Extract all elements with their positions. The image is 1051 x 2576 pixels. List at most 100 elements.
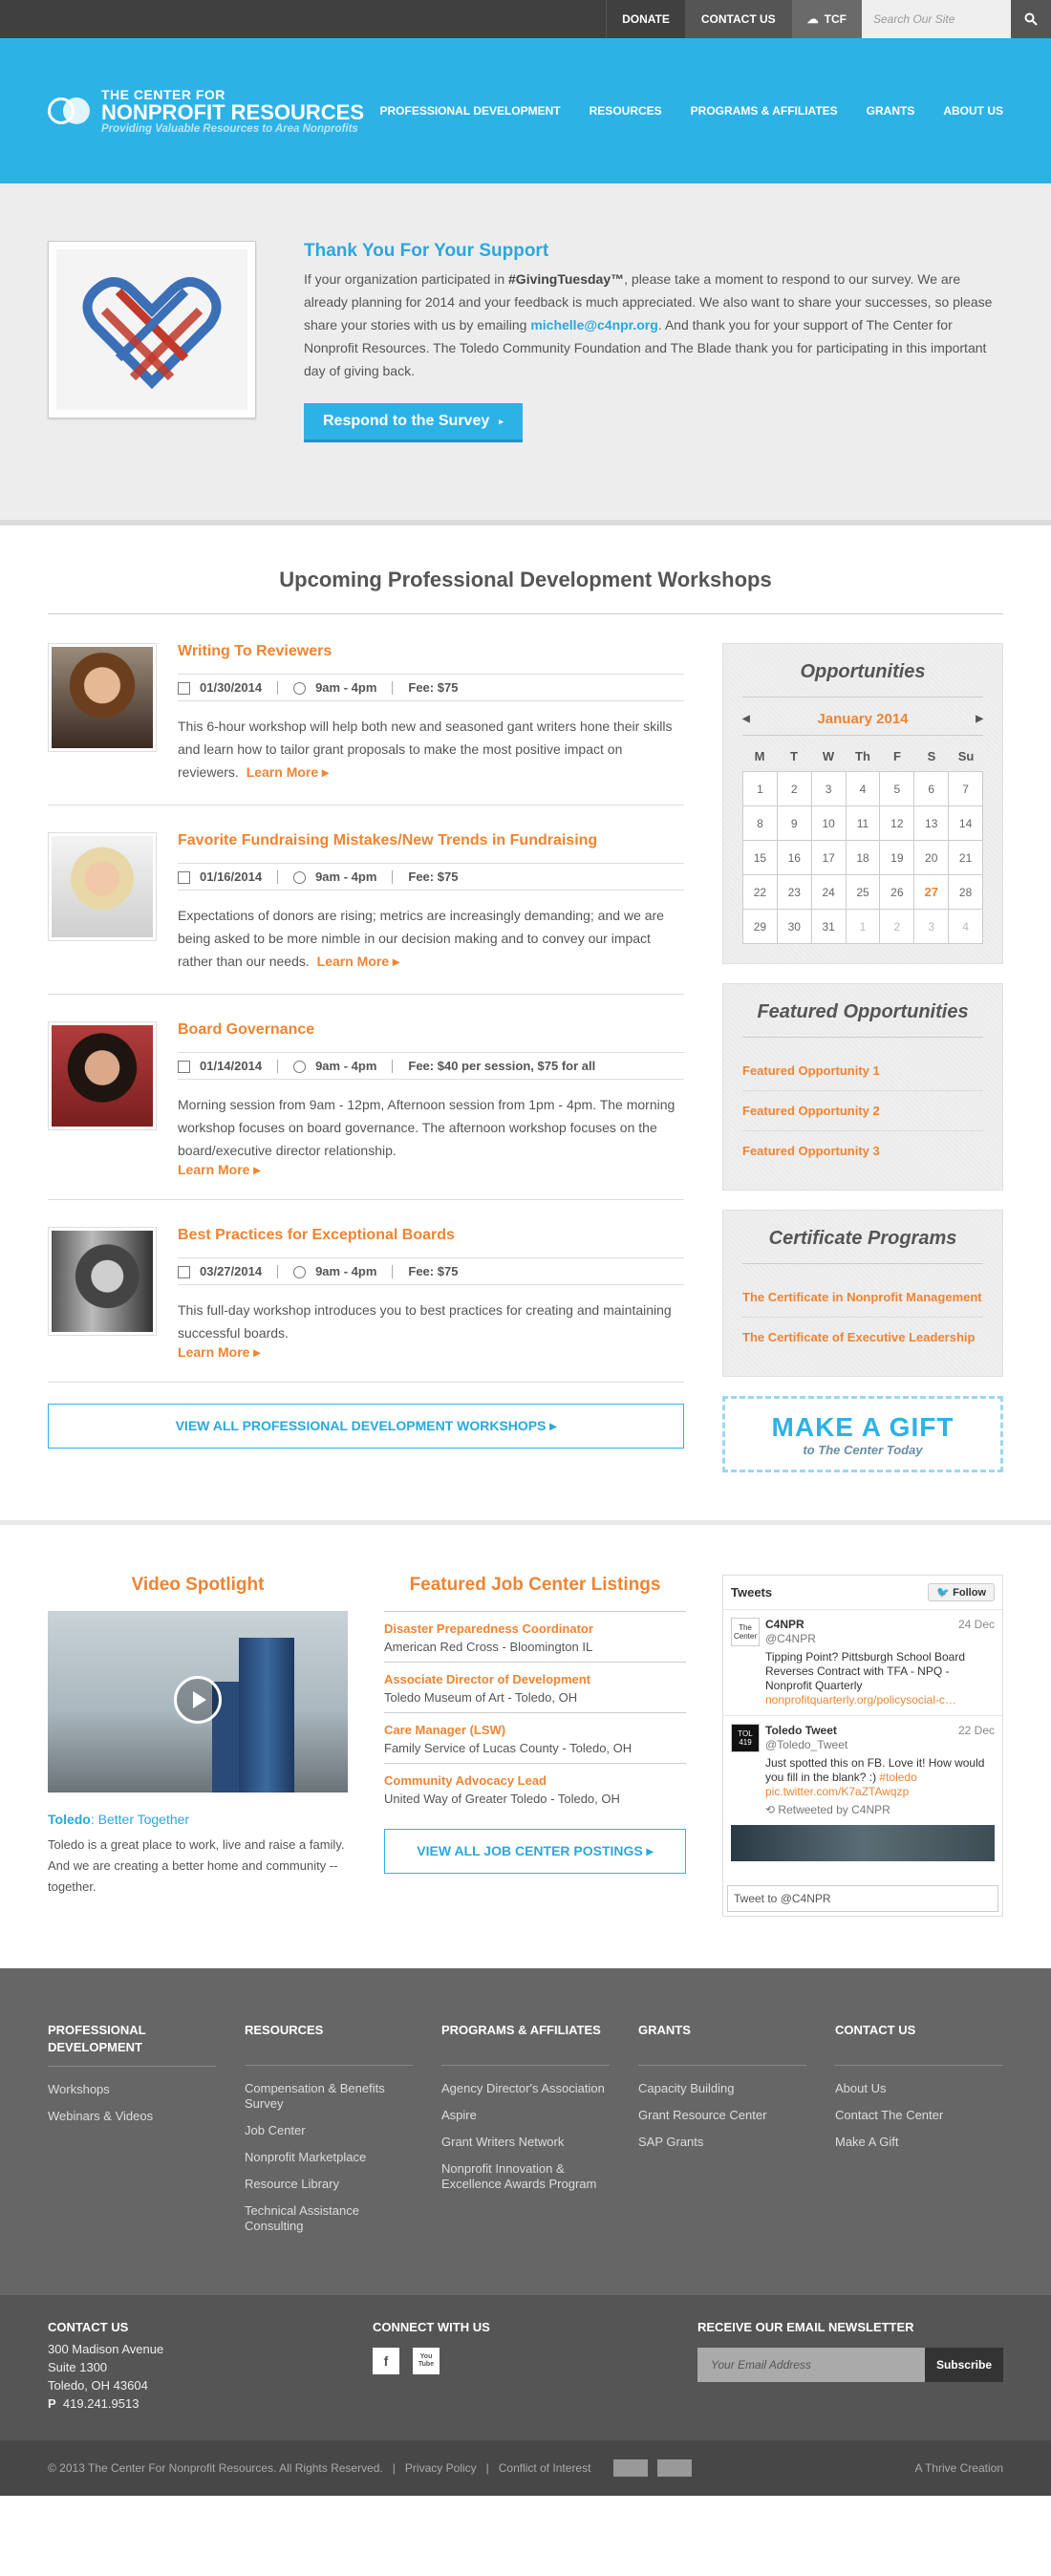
- featured-opportunity-link[interactable]: Featured Opportunity 1: [742, 1051, 983, 1091]
- footer-link[interactable]: Compensation & Benefits Survey: [245, 2081, 413, 2112]
- calendar-day[interactable]: 3: [914, 910, 950, 944]
- calendar-day[interactable]: 1: [846, 910, 881, 944]
- learn-more-link[interactable]: Learn More ▸: [178, 1344, 684, 1361]
- footer-link[interactable]: Resource Library: [245, 2177, 413, 2192]
- footer-link[interactable]: Nonprofit Innovation & Excellence Awards…: [441, 2161, 610, 2192]
- footer-link[interactable]: SAP Grants: [638, 2135, 806, 2150]
- calendar-day[interactable]: 5: [880, 772, 915, 806]
- certificate-link[interactable]: The Certificate in Nonprofit Management: [742, 1277, 983, 1318]
- footer-link[interactable]: Grant Writers Network: [441, 2135, 610, 2150]
- workshop-title[interactable]: Best Practices for Exceptional Boards: [178, 1227, 684, 1244]
- calendar-day[interactable]: 13: [914, 806, 950, 841]
- tweet-input[interactable]: Tweet to @C4NPR: [727, 1885, 998, 1912]
- email-link[interactable]: michelle@c4npr.org: [530, 317, 657, 333]
- search-input[interactable]: Search Our Site: [862, 0, 1011, 38]
- tweet-hashtag[interactable]: #toledo: [879, 1771, 916, 1784]
- view-all-workshops-button[interactable]: VIEW ALL PROFESSIONAL DEVELOPMENT WORKSH…: [48, 1404, 684, 1449]
- nav-professional-development[interactable]: PROFESSIONAL DEVELOPMENT: [380, 104, 561, 118]
- footer-link[interactable]: Nonprofit Marketplace: [245, 2150, 413, 2165]
- calendar-day[interactable]: 4: [949, 910, 983, 944]
- contact-us-link[interactable]: CONTACT US: [684, 0, 791, 38]
- partner-logo[interactable]: [613, 2459, 649, 2477]
- calendar-day[interactable]: 28: [949, 875, 983, 910]
- calendar-day[interactable]: 29: [743, 910, 778, 944]
- calendar-day[interactable]: 2: [777, 772, 812, 806]
- calendar-day[interactable]: 16: [777, 841, 812, 875]
- youtube-icon[interactable]: You Tube: [413, 2348, 440, 2374]
- calendar-day[interactable]: 23: [777, 875, 812, 910]
- tweet-author[interactable]: Toledo Tweet: [765, 1724, 837, 1738]
- calendar-day[interactable]: 27: [914, 875, 950, 910]
- calendar-day[interactable]: 7: [949, 772, 983, 806]
- footer-link[interactable]: Make A Gift: [835, 2135, 1003, 2150]
- conflict-of-interest-link[interactable]: Conflict of Interest: [499, 2461, 591, 2475]
- calendar-day[interactable]: 8: [743, 806, 778, 841]
- footer-link[interactable]: About Us: [835, 2081, 1003, 2096]
- facebook-icon[interactable]: f: [373, 2348, 399, 2374]
- donate-link[interactable]: DONATE: [606, 0, 685, 38]
- calendar-day[interactable]: 2: [880, 910, 915, 944]
- tweet-date[interactable]: 24 Dec: [958, 1618, 995, 1632]
- tweet-date[interactable]: 22 Dec: [958, 1724, 995, 1738]
- video-caption[interactable]: Toledo: Better Together: [48, 1812, 348, 1827]
- calendar-day[interactable]: 17: [811, 841, 847, 875]
- follow-button[interactable]: 🐦 Follow: [928, 1583, 995, 1601]
- tweet-link[interactable]: nonprofitquarterly.org/policysocial-c…: [765, 1693, 995, 1707]
- featured-opportunity-link[interactable]: Featured Opportunity 2: [742, 1091, 983, 1131]
- calendar-day[interactable]: 3: [811, 772, 847, 806]
- partner-logo[interactable]: [657, 2459, 693, 2477]
- calendar-day[interactable]: 19: [880, 841, 915, 875]
- featured-opportunity-link[interactable]: Featured Opportunity 3: [742, 1131, 983, 1170]
- calendar-day[interactable]: 18: [846, 841, 881, 875]
- prev-month-button[interactable]: ◀: [742, 714, 750, 724]
- respond-survey-button[interactable]: Respond to the Survey ▸: [304, 403, 523, 442]
- nav-programs-affiliates[interactable]: PROGRAMS & AFFILIATES: [691, 104, 838, 118]
- nav-resources[interactable]: RESOURCES: [590, 104, 662, 118]
- calendar-day[interactable]: 14: [949, 806, 983, 841]
- workshop-title[interactable]: Writing To Reviewers: [178, 643, 684, 660]
- nav-about-us[interactable]: ABOUT US: [943, 104, 1003, 118]
- tcf-link[interactable]: ☁ TCF: [790, 0, 862, 38]
- next-month-button[interactable]: ▶: [976, 714, 983, 724]
- certificate-link[interactable]: The Certificate of Executive Leadership: [742, 1318, 983, 1357]
- footer-link[interactable]: Capacity Building: [638, 2081, 806, 2096]
- make-a-gift-banner[interactable]: MAKE A GIFT to The Center Today: [722, 1396, 1003, 1472]
- calendar-day[interactable]: 31: [811, 910, 847, 944]
- nav-grants[interactable]: GRANTS: [867, 104, 915, 118]
- search-button[interactable]: [1011, 0, 1051, 38]
- job-title-link[interactable]: Disaster Preparedness Coordinator: [384, 1621, 686, 1636]
- job-title-link[interactable]: Community Advocacy Lead: [384, 1773, 686, 1788]
- tweet-image[interactable]: [731, 1825, 995, 1861]
- learn-more-link[interactable]: Learn More ▸: [178, 1162, 684, 1178]
- calendar-day[interactable]: 12: [880, 806, 915, 841]
- calendar-day[interactable]: 24: [811, 875, 847, 910]
- footer-link[interactable]: Contact The Center: [835, 2108, 1003, 2123]
- newsletter-email-input[interactable]: Your Email Address: [697, 2348, 925, 2382]
- calendar-day[interactable]: 10: [811, 806, 847, 841]
- workshop-title[interactable]: Favorite Fundraising Mistakes/New Trends…: [178, 832, 684, 849]
- job-title-link[interactable]: Associate Director of Development: [384, 1672, 686, 1686]
- tweet-link[interactable]: pic.twitter.com/K7aZTAwqzp: [765, 1785, 995, 1799]
- workshop-title[interactable]: Board Governance: [178, 1021, 684, 1039]
- calendar-day[interactable]: 1: [743, 772, 778, 806]
- calendar-day[interactable]: 4: [846, 772, 881, 806]
- tweet-avatar[interactable]: The Center: [731, 1618, 760, 1646]
- calendar-day[interactable]: 21: [949, 841, 983, 875]
- job-title-link[interactable]: Care Manager (LSW): [384, 1723, 686, 1737]
- footer-link[interactable]: Webinars & Videos: [48, 2109, 216, 2124]
- view-all-jobs-button[interactable]: VIEW ALL JOB CENTER POSTINGS ▸: [384, 1829, 686, 1874]
- play-icon[interactable]: [174, 1676, 222, 1724]
- calendar-day[interactable]: 30: [777, 910, 812, 944]
- site-logo[interactable]: THE CENTER FOR NONPROFIT RESOURCES Provi…: [48, 87, 364, 135]
- calendar-day[interactable]: 26: [880, 875, 915, 910]
- footer-link[interactable]: Agency Director's Association: [441, 2081, 610, 2096]
- calendar-day[interactable]: 9: [777, 806, 812, 841]
- calendar-day[interactable]: 15: [743, 841, 778, 875]
- footer-link[interactable]: Aspire: [441, 2108, 610, 2123]
- video-player[interactable]: [48, 1611, 348, 1792]
- footer-link[interactable]: Job Center: [245, 2123, 413, 2138]
- thrive-credit-link[interactable]: A Thrive Creation: [915, 2461, 1004, 2475]
- calendar-day[interactable]: 11: [846, 806, 881, 841]
- tweet-avatar[interactable]: TOL 419: [731, 1724, 760, 1752]
- learn-more-link[interactable]: Learn More ▸: [317, 954, 399, 969]
